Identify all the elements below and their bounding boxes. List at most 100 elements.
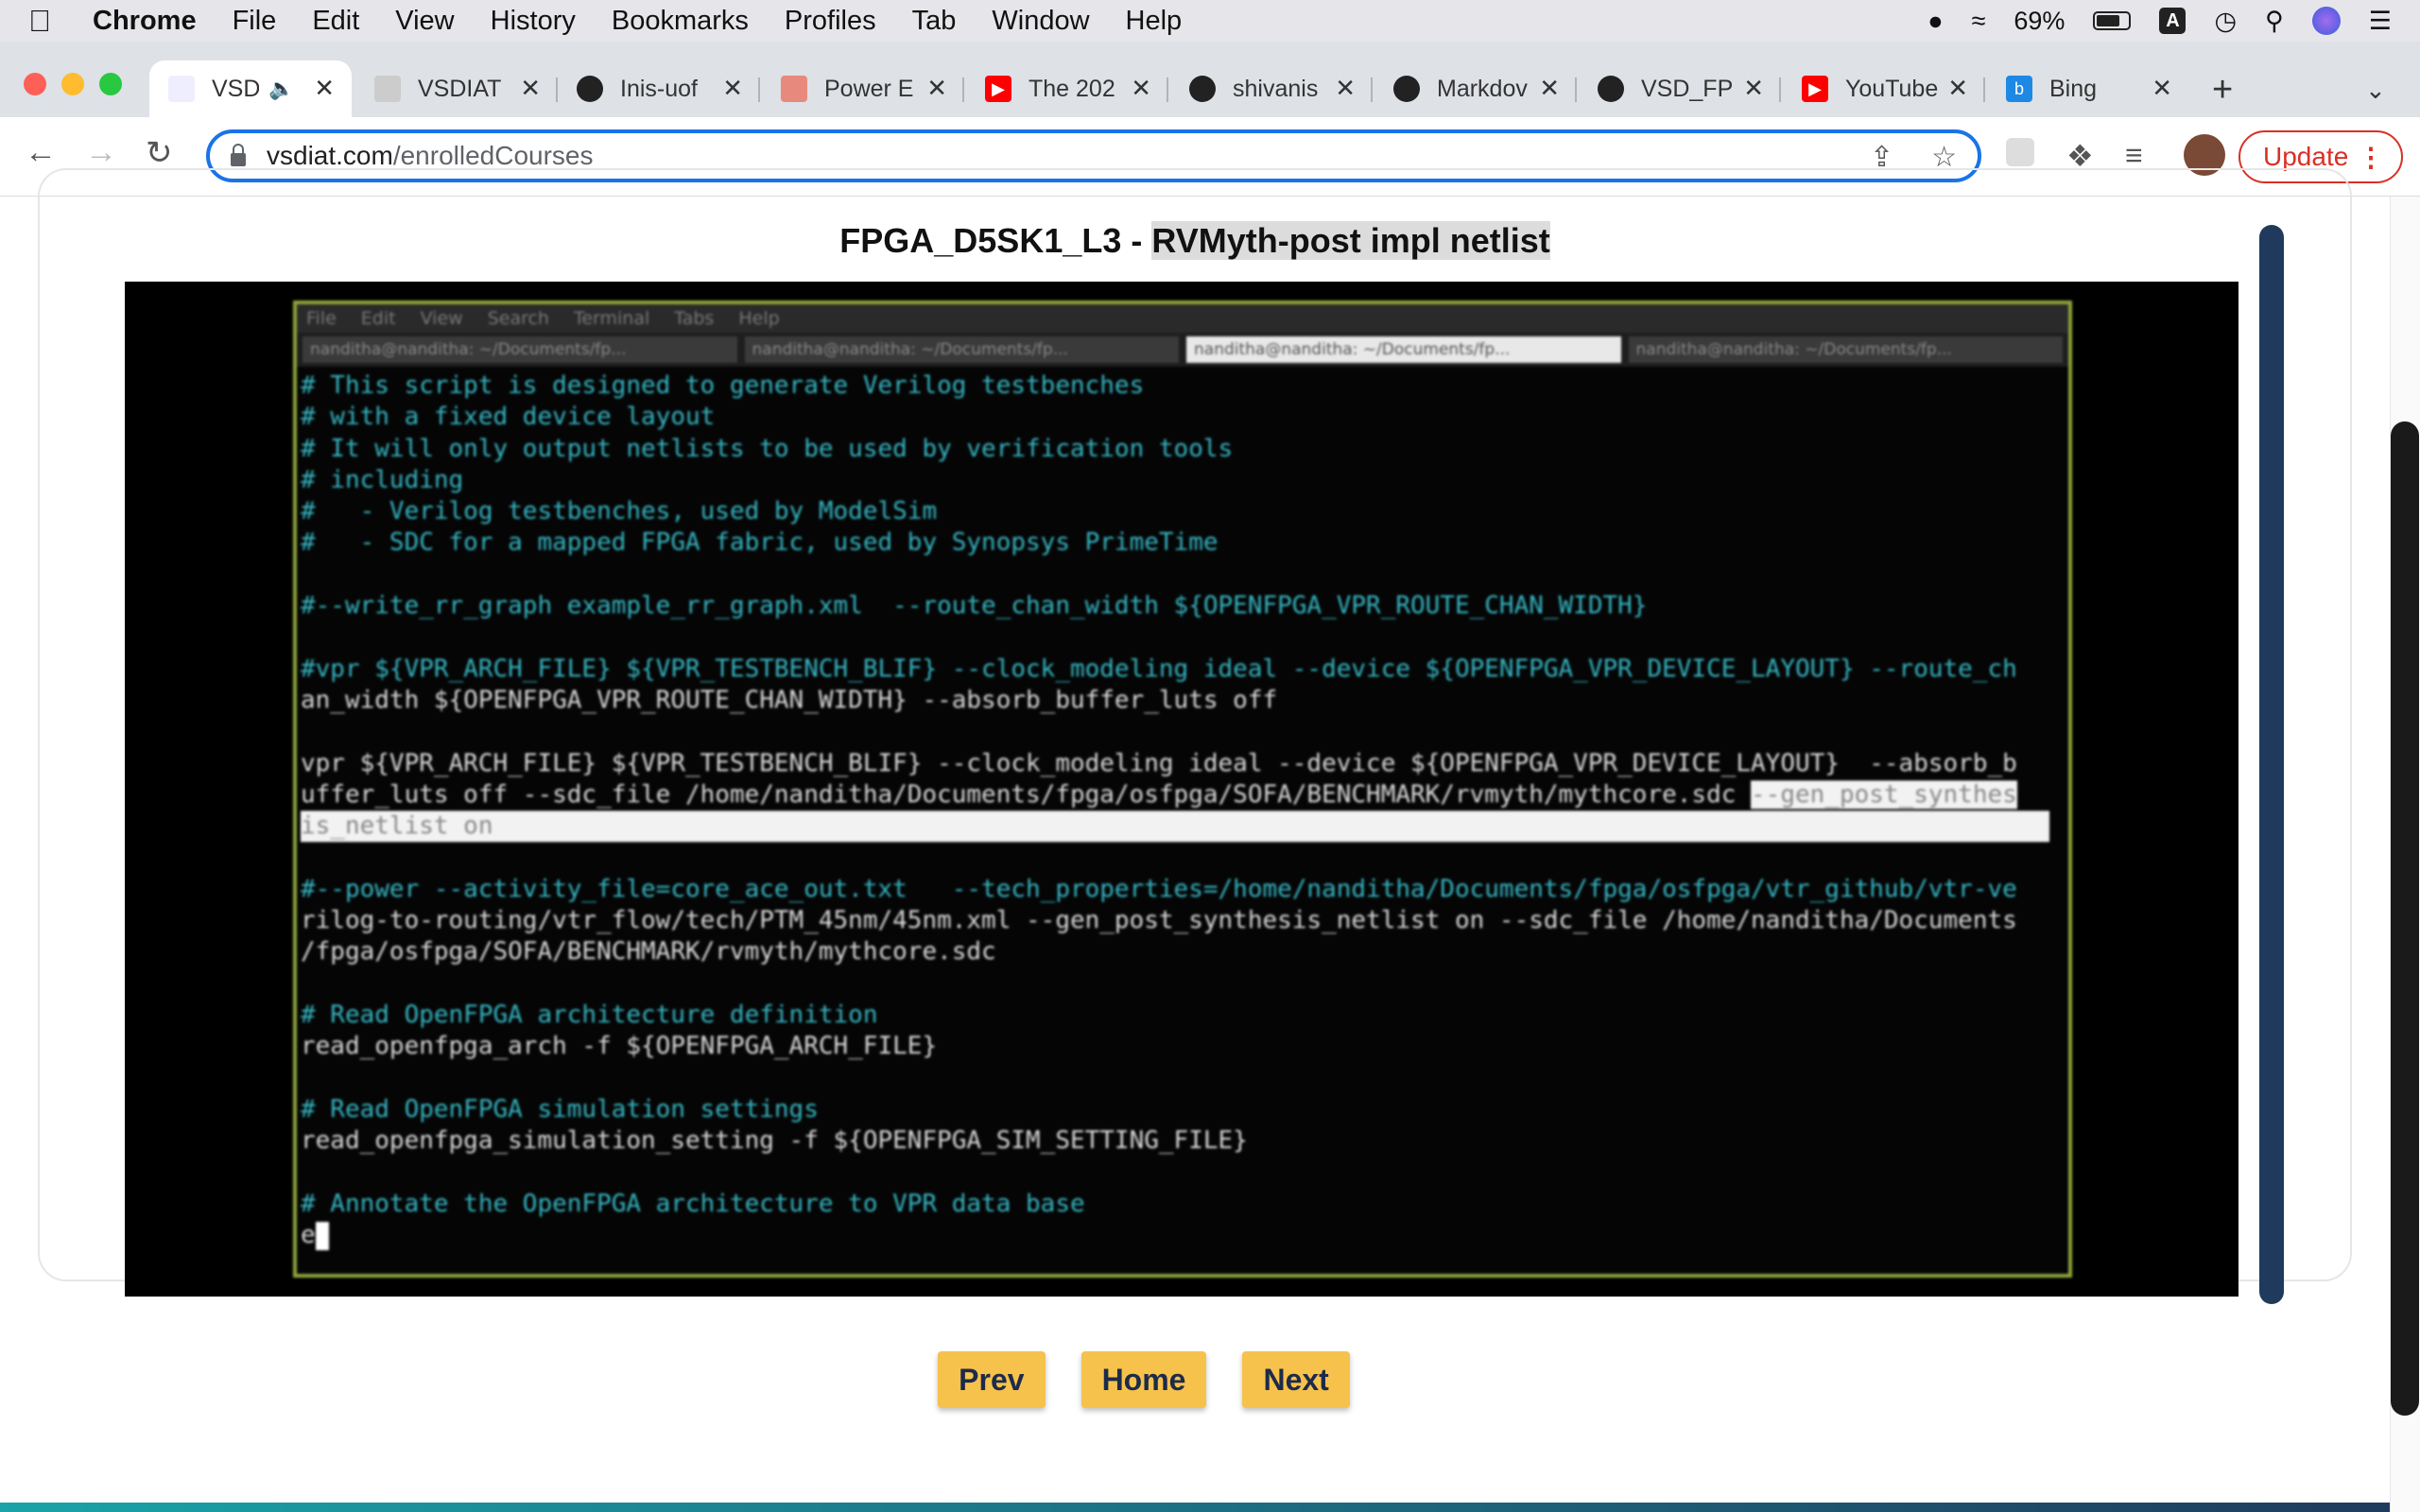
menu-view[interactable]: View — [395, 6, 454, 37]
lesson-code: FPGA_D5SK1_L3 - — [839, 221, 1152, 260]
tab-inis-uof[interactable]: Inis-uof ✕ — [558, 60, 760, 117]
terminal-line: #--power --activity_file=core_ace_out.tx… — [301, 874, 2017, 903]
terminal-line: # - Verilog testbenches, used by ModelSi… — [301, 497, 938, 526]
close-tab-icon[interactable]: ✕ — [520, 74, 541, 103]
tab-shivanis[interactable]: shivanis ✕ — [1170, 60, 1373, 117]
tab-search-chevron-icon[interactable]: ⌄ — [2365, 76, 2386, 105]
tab-vsdiat[interactable]: VSDIAT ✕ — [355, 60, 558, 117]
terminal-line: # including — [301, 465, 464, 494]
close-tab-icon[interactable]: ✕ — [1335, 74, 1356, 103]
video-scroll-rail[interactable] — [2259, 225, 2284, 1304]
new-tab-icon[interactable]: + — [2212, 70, 2233, 111]
tab-label: VSD_FP — [1641, 75, 1734, 102]
terminal-menu: File Edit View Search Terminal Tabs Help — [297, 304, 2068, 333]
terminal-line: # Annotate the OpenFPGA architecture to … — [301, 1189, 1085, 1218]
github-icon — [577, 76, 603, 102]
close-tab-icon[interactable]: ✕ — [314, 74, 335, 103]
terminal-line: # - SDC for a mapped FPGA fabric, used b… — [301, 528, 1219, 558]
close-tab-icon[interactable]: ✕ — [1947, 74, 1968, 103]
terminal-window: File Edit View Search Terminal Tabs Help nandi… — [293, 301, 2072, 1278]
control-center-icon[interactable]: ☰ — [2369, 7, 2392, 36]
wifi-icon[interactable]: ≈ — [1972, 7, 1986, 36]
terminal-menu-item: View — [420, 308, 463, 329]
menu-edit[interactable]: Edit — [312, 6, 359, 37]
menu-help[interactable]: Help — [1126, 6, 1183, 37]
github-icon — [1598, 76, 1624, 102]
close-tab-icon[interactable]: ✕ — [1743, 74, 1764, 103]
close-tab-icon[interactable]: ✕ — [2152, 74, 2172, 103]
window-scrollbar[interactable] — [2390, 197, 2420, 1512]
tab-youtube-2020[interactable]: ▶ The 202 ✕ — [966, 60, 1168, 117]
terminal-line: # It will only output netlists to be use… — [301, 434, 1234, 463]
menu-tab[interactable]: Tab — [912, 6, 957, 37]
tab-youtube[interactable]: ▶ YouTube ✕ — [1783, 60, 1985, 117]
github-icon — [1189, 76, 1216, 102]
close-window-button[interactable] — [24, 73, 46, 95]
terminal-output: # This script is designed to generate Ve… — [297, 367, 2068, 1255]
lock-icon[interactable] — [231, 144, 246, 166]
terminal-line: rilog-to-routing/vtr_flow/tech/PTM_45nm/… — [301, 906, 2017, 936]
terminal-line: e — [301, 1220, 2065, 1251]
scrollbar-thumb[interactable] — [2391, 421, 2419, 1416]
terminal-line: /fpga/osfpga/SOFA/BENCHMARK/rvmyth/mythc… — [301, 937, 996, 967]
terminal-menu-item: Edit — [360, 308, 396, 329]
next-button[interactable]: Next — [1242, 1351, 1350, 1408]
battery-percent[interactable]: 69% — [2014, 7, 2065, 36]
tab-vsd-fp[interactable]: VSD_FP ✕ — [1579, 60, 1781, 117]
clock-icon[interactable]: ◷ — [2214, 7, 2237, 36]
extension-icon[interactable] — [2006, 138, 2034, 166]
speaker-icon[interactable]: 🔈 — [268, 77, 294, 101]
terminal-line: #--write_rr_graph example_rr_graph.xml -… — [301, 592, 1648, 621]
terminal-tabs: nanditha@nanditha: ~/Documents/fp... nand… — [297, 333, 2068, 367]
terminal-line: # Read OpenFPGA architecture definition — [301, 1000, 878, 1029]
terminal-line: an_width ${OPENFPGA_VPR_ROUTE_CHAN_WIDTH… — [301, 685, 1278, 714]
close-tab-icon[interactable]: ✕ — [722, 74, 743, 103]
terminal-tab: nanditha@nanditha: ~/Documents/fp... — [744, 336, 1179, 363]
vsdiat-icon — [374, 76, 401, 102]
url-path: /enrolledCourses — [392, 141, 594, 170]
close-tab-icon[interactable]: ✕ — [926, 74, 947, 103]
tab-power[interactable]: Power E ✕ — [762, 60, 964, 117]
menu-window[interactable]: Window — [992, 6, 1089, 37]
close-tab-icon[interactable]: ✕ — [1131, 74, 1151, 103]
minimize-window-button[interactable] — [61, 73, 84, 95]
terminal-line: # Read OpenFPGA simulation settings — [301, 1094, 819, 1124]
menu-bookmarks[interactable]: Bookmarks — [612, 6, 749, 37]
bing-icon: b — [2006, 76, 2032, 102]
tab-label: Power E — [824, 75, 914, 102]
video-player[interactable]: File Edit View Search Terminal Tabs Help nandi… — [125, 282, 2238, 1297]
back-arrow-icon[interactable]: ← — [25, 134, 57, 171]
home-button[interactable]: Home — [1080, 1351, 1207, 1408]
prev-button[interactable]: Prev — [938, 1351, 1046, 1408]
evernote-icon[interactable]: ● — [1927, 7, 1943, 36]
terminal-line: read_openfpga_simulation_setting -f ${OP… — [301, 1126, 1248, 1156]
forward-arrow-icon[interactable]: → — [85, 134, 117, 171]
menu-app-name[interactable]: Chrome — [93, 6, 197, 37]
tab-markdown[interactable]: Markdov ✕ — [1374, 60, 1577, 117]
maximize-window-button[interactable] — [99, 73, 122, 95]
menu-file[interactable]: File — [233, 6, 277, 37]
reload-icon[interactable]: ↻ — [146, 134, 173, 172]
more-menu-icon[interactable]: ⋮ — [2358, 142, 2384, 173]
tab-bing[interactable]: b Bing ✕ — [1987, 60, 2189, 117]
tab-vsd[interactable]: VSD 🔈 ✕ — [149, 60, 352, 117]
battery-icon[interactable] — [2093, 11, 2132, 30]
menu-history[interactable]: History — [491, 6, 576, 37]
terminal-tab: nanditha@nanditha: ~/Documents/fp... — [302, 336, 737, 363]
apple-icon[interactable]:  — [28, 4, 51, 39]
tab-label: Bing — [2049, 75, 2098, 102]
terminal-menu-item: Search — [487, 308, 549, 329]
terminal-line: is_netlist on — [301, 811, 2065, 843]
input-source-icon[interactable]: A — [2159, 8, 2187, 34]
spotlight-search-icon[interactable]: ⚲ — [2265, 7, 2284, 36]
close-tab-icon[interactable]: ✕ — [1539, 74, 1560, 103]
menu-profiles[interactable]: Profiles — [785, 6, 876, 37]
terminal-menu-item: Tabs — [674, 308, 715, 329]
siri-icon[interactable] — [2311, 7, 2341, 35]
tab-label: Markdov — [1437, 75, 1528, 102]
lesson-navigation: Prev Home Next — [0, 1351, 2420, 1408]
